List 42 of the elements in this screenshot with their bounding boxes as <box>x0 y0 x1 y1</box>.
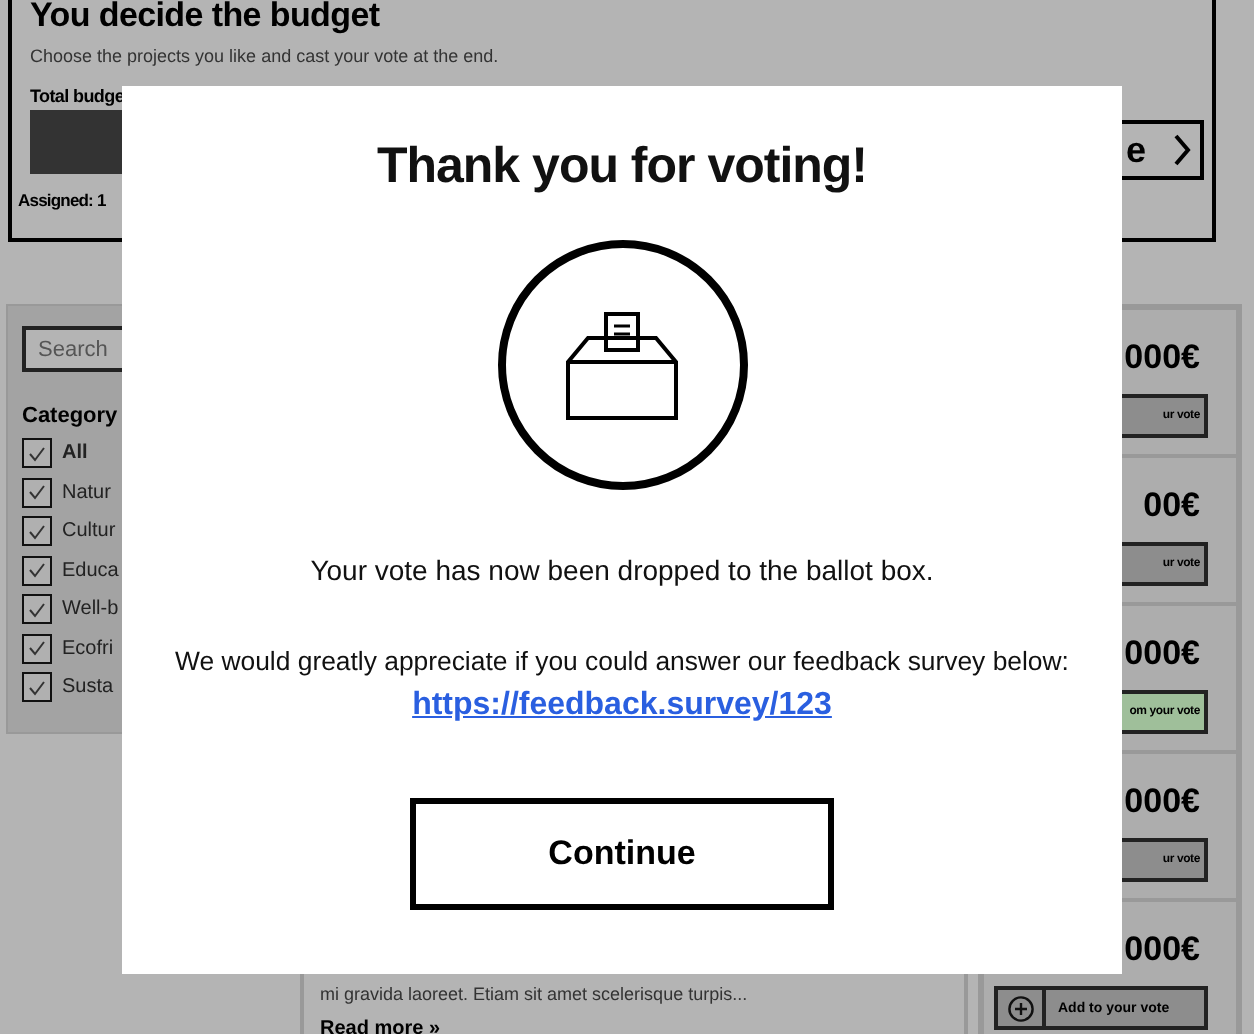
checkmark-icon <box>28 523 46 540</box>
confirmation-message: Your vote has now been dropped to the ballot box. <box>310 554 934 586</box>
project-price: 000€ <box>1124 634 1200 674</box>
project-description: mi gravida laoreet. Etiam sit amet scelerisque turpis... <box>320 984 750 1004</box>
checkmark-icon <box>28 562 46 579</box>
category-label: Natur <box>62 481 111 504</box>
survey-request: We would greatly appreciate if you could answer our feedback survey below: <box>175 646 1069 676</box>
dialog-title: Thank you for voting! <box>376 138 868 196</box>
checkbox[interactable] <box>22 438 52 469</box>
category-label: Ecofri <box>62 637 114 660</box>
project-price: 000€ <box>1124 930 1200 970</box>
checkbox[interactable] <box>22 516 52 547</box>
category-label: Susta <box>62 676 114 699</box>
category-title: Category <box>22 404 120 428</box>
checkbox[interactable] <box>22 672 52 703</box>
subtitle: Choose the projects you like and cast your vote at the end. <box>30 46 501 66</box>
category-label: All <box>62 442 88 465</box>
chevron-icon <box>1172 134 1192 166</box>
project-price: 000€ <box>1124 782 1200 822</box>
ballot-box-icon <box>497 240 747 490</box>
assigned-amount: Assigned: 1 <box>18 190 108 210</box>
project-price: 00€ <box>1143 486 1200 526</box>
search-field[interactable]: Search <box>22 326 122 372</box>
checkmark-icon <box>28 484 46 501</box>
plus-icon <box>1007 995 1033 1021</box>
category-label: Cultur <box>62 520 116 543</box>
checkmark-icon <box>28 445 46 462</box>
checkmark-icon <box>28 640 46 657</box>
checkbox[interactable] <box>22 594 52 625</box>
checkbox[interactable] <box>22 555 52 586</box>
checkbox[interactable] <box>22 633 52 664</box>
read-more-link[interactable]: Read more » <box>320 1018 948 1034</box>
survey-link[interactable]: https://feedback.survey/123 <box>412 688 832 724</box>
category-label: Educa <box>62 559 119 582</box>
checkbox[interactable] <box>22 477 52 508</box>
checkmark-icon <box>28 601 46 618</box>
budget-label: Total budge <box>30 86 127 106</box>
continue-button[interactable]: Continue <box>410 798 834 910</box>
page-title: You decide the budget <box>30 0 382 38</box>
checkmark-icon <box>28 679 46 696</box>
project-price: 000€ <box>1124 338 1200 378</box>
category-label: Well-b <box>62 598 119 621</box>
